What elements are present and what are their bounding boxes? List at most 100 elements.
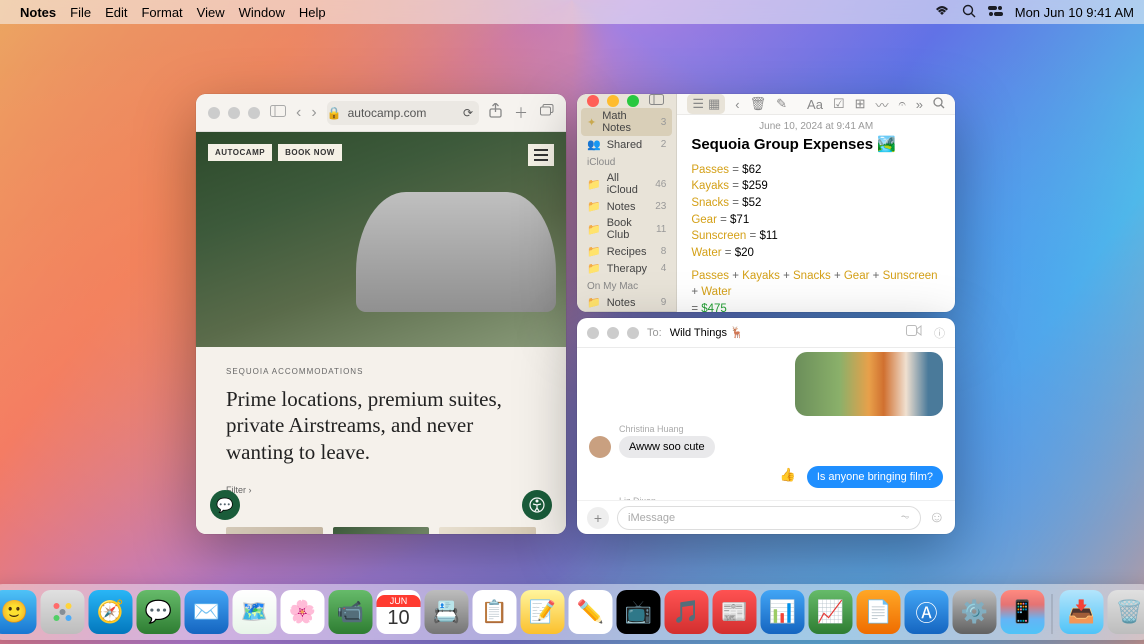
search-icon[interactable] [933, 97, 945, 112]
dictation-icon[interactable]: ⏦ [901, 511, 910, 524]
math-icon: ✦ [587, 116, 596, 129]
list-view-icon[interactable]: ☰ [692, 96, 704, 112]
sidebar-toggle-icon[interactable] [649, 94, 664, 108]
more-icon[interactable]: » [916, 97, 923, 112]
dock-music[interactable]: 🎵 [665, 590, 709, 634]
forward-button[interactable]: › [311, 104, 316, 122]
back-button[interactable]: ‹ [296, 104, 301, 122]
dock-mail[interactable]: ✉️ [185, 590, 229, 634]
link-icon[interactable]: 𝄐 [899, 96, 906, 112]
sidebar-item-shared[interactable]: 👥 Shared 2 [577, 136, 676, 153]
emoji-picker-icon[interactable]: ☺ [929, 509, 945, 527]
dock-iphone-mirroring[interactable]: 📱 [1001, 590, 1045, 634]
safari-toolbar: ‹ › 🔒 autocamp.com ⟳ ＋ [196, 94, 566, 132]
dock-freeform[interactable]: ✏️ [569, 590, 613, 634]
dock-pages[interactable]: 📄 [857, 590, 901, 634]
dock-notes[interactable]: 📝 [521, 590, 565, 634]
delete-icon[interactable]: 🗑 [750, 96, 767, 112]
menu-edit[interactable]: Edit [105, 5, 127, 20]
menu-file[interactable]: File [70, 5, 91, 20]
sidebar-item-all-icloud[interactable]: 📁All iCloud46 [577, 170, 676, 198]
sidebar-item-book-club[interactable]: 📁Book Club11 [577, 215, 676, 243]
sidebar-item-notes[interactable]: 📁Notes23 [577, 198, 676, 215]
sidebar-toggle-icon[interactable] [270, 104, 286, 122]
wifi-icon[interactable] [934, 5, 950, 20]
sidebar-item-count: 8 [661, 246, 667, 257]
sidebar-item-label: Shared [607, 139, 642, 151]
new-tab-icon[interactable]: ＋ [514, 103, 528, 123]
safari-window: ‹ › 🔒 autocamp.com ⟳ ＋ AUTOCAMP BOOK NOW [196, 94, 566, 534]
grid-view-icon[interactable]: ▦ [708, 96, 720, 112]
shared-photo[interactable] [795, 352, 943, 416]
dock-launchpad[interactable] [41, 590, 85, 634]
logo-badge[interactable]: AUTOCAMP [208, 144, 272, 161]
filter-button[interactable]: Filter › [226, 485, 536, 495]
dock-reminders[interactable]: 📋 [473, 590, 517, 634]
accommodation-thumb[interactable] [439, 527, 536, 534]
dock-appstore[interactable]: Ⓐ [905, 590, 949, 634]
info-icon[interactable]: ⓘ [934, 325, 945, 341]
dock-trash[interactable]: 🗑️ [1108, 590, 1144, 634]
traffic-lights[interactable] [587, 95, 639, 107]
dock-finder[interactable]: 🙂 [0, 590, 37, 634]
app-menu[interactable]: Notes [20, 5, 56, 20]
tabs-icon[interactable] [540, 103, 554, 123]
checklist-icon[interactable]: ☑ [833, 96, 845, 112]
avatar[interactable] [589, 436, 611, 458]
hamburger-menu[interactable] [528, 144, 554, 166]
dock-keynote[interactable]: 📊 [761, 590, 805, 634]
attach-button[interactable]: + [587, 507, 609, 529]
menu-window[interactable]: Window [239, 5, 285, 20]
traffic-lights[interactable] [208, 107, 260, 119]
dock-messages[interactable]: 💬 [137, 590, 181, 634]
note-content[interactable]: Sequoia Group Expenses 🏞️ Passes = $62 K… [677, 134, 955, 312]
share-icon[interactable] [489, 103, 502, 123]
menu-view[interactable]: View [197, 5, 225, 20]
sidebar-item-label: Math Notes [602, 110, 655, 134]
dock-safari[interactable]: 🧭 [89, 590, 133, 634]
address-bar[interactable]: 🔒 autocamp.com ⟳ [327, 101, 479, 125]
dock-news[interactable]: 📰 [713, 590, 757, 634]
new-folder-button[interactable]: ⊕New Folder [577, 311, 676, 312]
sidebar-item-mac-notes[interactable]: 📁Notes9 [577, 294, 676, 311]
search-icon[interactable] [962, 4, 976, 21]
dock-downloads[interactable]: 📥 [1060, 590, 1104, 634]
message-input[interactable]: iMessage ⏦ [617, 506, 921, 530]
back-icon[interactable]: ‹ [735, 97, 739, 112]
sidebar-item-recipes[interactable]: 📁Recipes8 [577, 243, 676, 260]
message-bubble[interactable]: Awww soo cute [619, 436, 715, 458]
dock-separator [1052, 594, 1053, 634]
traffic-lights[interactable] [587, 327, 639, 339]
table-icon[interactable]: ⊞ [855, 96, 866, 112]
accessibility-fab[interactable] [522, 490, 552, 520]
dock-numbers[interactable]: 📈 [809, 590, 853, 634]
dock-maps[interactable]: 🗺️ [233, 590, 277, 634]
accommodation-thumb[interactable] [333, 527, 430, 534]
dock-contacts[interactable]: 📇 [425, 590, 469, 634]
recipient[interactable]: Wild Things 🦌 [670, 326, 744, 339]
dock-calendar[interactable]: JUN 10 [377, 590, 421, 634]
menu-format[interactable]: Format [141, 5, 182, 20]
shared-icon: 👥 [587, 138, 601, 151]
dock-tv[interactable]: 📺 [617, 590, 661, 634]
format-icon[interactable]: Aa [807, 97, 823, 112]
folder-icon: 📁 [587, 296, 601, 309]
dock-facetime[interactable]: 📹 [329, 590, 373, 634]
reload-icon[interactable]: ⟳ [463, 106, 479, 120]
media-icon[interactable]: 〰 [876, 95, 889, 114]
reaction-icon[interactable]: 👍 [780, 467, 796, 483]
message-thread[interactable]: Christina Huang Awww soo cute 👍 Is anyon… [577, 348, 955, 500]
sidebar-item-math-notes[interactable]: ✦ Math Notes 3 [581, 108, 672, 136]
clock[interactable]: Mon Jun 10 9:41 AM [1015, 5, 1134, 20]
accommodation-thumb[interactable] [226, 527, 323, 534]
chat-fab[interactable]: 💬 [210, 490, 240, 520]
menu-help[interactable]: Help [299, 5, 326, 20]
message-bubble-sent[interactable]: Is anyone bringing film? [807, 466, 943, 488]
dock-photos[interactable]: 🌸 [281, 590, 325, 634]
facetime-icon[interactable] [906, 325, 922, 341]
compose-icon[interactable]: ✎ [776, 96, 787, 112]
control-center-icon[interactable] [988, 5, 1003, 20]
dock-settings[interactable]: ⚙️ [953, 590, 997, 634]
book-now-button[interactable]: BOOK NOW [278, 144, 342, 161]
sidebar-item-therapy[interactable]: 📁Therapy4 [577, 260, 676, 277]
